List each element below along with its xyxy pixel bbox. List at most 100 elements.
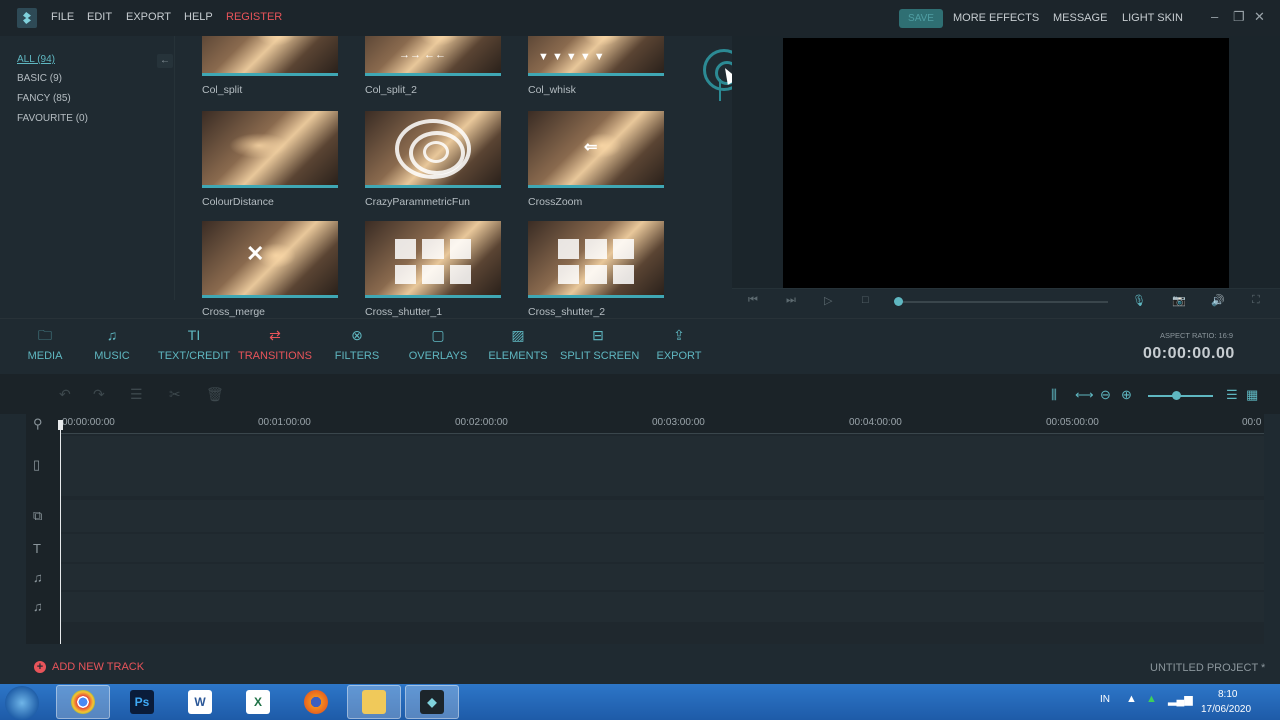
tab-music[interactable]: ♫ MUSIC — [93, 326, 131, 362]
transition-tile[interactable]: ▼ ▼ ▼ ▼ ▼ Col_whisk — [528, 36, 664, 96]
start-button[interactable] — [5, 686, 39, 720]
network-icon[interactable]: ▂▄▆ — [1168, 693, 1193, 706]
tab-label: FILTERS — [334, 350, 380, 362]
stop-icon[interactable]: □ — [862, 294, 869, 306]
scrubber-handle[interactable] — [894, 297, 903, 306]
minimize-icon[interactable]: – — [1211, 9, 1218, 24]
music-track[interactable] — [60, 564, 1264, 590]
text-track-icon: T — [33, 541, 41, 556]
playhead[interactable] — [60, 420, 61, 644]
playhead-handle[interactable] — [58, 420, 63, 430]
redo-icon[interactable]: ↷ — [93, 386, 105, 403]
transition-label: CrossZoom — [528, 196, 583, 208]
split-icon: ⊟ — [592, 327, 604, 343]
tab-label: ELEMENTS — [488, 350, 548, 362]
transition-tile[interactable]: Cross_shutter_2 — [528, 221, 664, 318]
step-forward-icon[interactable]: ⏭ — [786, 294, 796, 307]
timecode-display: 00:00:00.00 — [1143, 345, 1235, 362]
cut-icon[interactable]: ✂ — [169, 386, 181, 403]
zoom-slider-handle[interactable] — [1172, 391, 1181, 400]
list-view-icon[interactable]: ☰ — [1226, 387, 1238, 403]
category-all[interactable]: ALL (94) — [17, 54, 55, 65]
tab-label: TEXT/CREDIT — [158, 350, 231, 362]
maximize-icon[interactable]: ❐ — [1233, 9, 1245, 25]
category-basic[interactable]: BASIC (9) — [17, 73, 62, 84]
transition-tile[interactable]: ColourDistance — [202, 111, 338, 208]
menu-help[interactable]: HELP — [184, 11, 213, 23]
microphone-icon[interactable]: 🎙 — [1132, 294, 1146, 307]
tab-filters[interactable]: ⊗ FILTERS — [333, 326, 381, 362]
timeline-ruler[interactable]: 00:00:00:00 00:01:00:00 00:02:00:00 00:0… — [60, 414, 1264, 434]
tab-label: SPLIT SCREEN — [560, 350, 640, 362]
fit-timeline-icon[interactable]: ⟷ — [1075, 387, 1094, 403]
tray-app-icon[interactable]: ▲ — [1146, 693, 1157, 705]
transition-thumbnail: ▼ ▼ ▼ ▼ ▼ — [528, 36, 664, 76]
text-track[interactable] — [60, 534, 1264, 562]
transition-thumbnail — [202, 111, 338, 188]
collapse-panel-button[interactable]: ← — [157, 54, 173, 68]
adjust-icon[interactable]: ☰ — [130, 386, 143, 403]
tab-split-screen[interactable]: ⊟ SPLIT SCREEN — [560, 326, 640, 362]
tray-expand-icon[interactable]: ▲ — [1126, 693, 1137, 705]
tab-transitions[interactable]: ⇄ TRANSITIONS — [238, 326, 312, 362]
folder-icon — [362, 690, 386, 714]
tab-export[interactable]: ⇪ EXPORT — [655, 326, 703, 362]
save-button[interactable]: SAVE — [899, 9, 943, 28]
close-icon[interactable]: ✕ — [1254, 9, 1265, 25]
transition-thumbnail — [365, 221, 501, 298]
filter-icon: ⊗ — [351, 327, 363, 343]
menu-export[interactable]: EXPORT — [126, 11, 171, 23]
transition-tile[interactable]: ⇐ CrossZoom — [528, 111, 664, 208]
more-effects-button[interactable]: MORE EFFECTS — [953, 12, 1039, 24]
zoom-in-icon[interactable]: ⊕ — [1121, 387, 1132, 403]
language-indicator[interactable]: IN — [1100, 694, 1110, 705]
light-skin-button[interactable]: LIGHT SKIN — [1122, 12, 1183, 24]
transition-tile[interactable]: ✕ Cross_merge — [202, 221, 338, 318]
transition-tile[interactable]: Cross_shutter_1 — [365, 221, 501, 318]
tab-label: EXPORT — [656, 350, 702, 362]
preview-scrubber[interactable] — [898, 301, 1108, 303]
pip-track[interactable] — [60, 500, 1264, 532]
play-icon[interactable]: ▷ — [824, 294, 832, 307]
music-track[interactable] — [60, 592, 1264, 622]
category-favourite[interactable]: FAVOURITE (0) — [17, 113, 88, 124]
link-icon[interactable]: ⚲ — [33, 416, 43, 432]
transition-tile[interactable]: Col_split — [202, 36, 338, 96]
firefox-icon — [304, 690, 328, 714]
tab-elements[interactable]: ▨ ELEMENTS — [488, 326, 548, 362]
time-tick: 00:03:00:00 — [652, 417, 705, 428]
chrome-icon — [71, 690, 95, 714]
volume-icon[interactable]: 🔊 — [1211, 294, 1225, 307]
fullscreen-icon[interactable]: ⛶ — [1252, 294, 1260, 307]
zoom-out-icon[interactable]: ⊖ — [1100, 387, 1111, 403]
message-button[interactable]: MESSAGE — [1053, 12, 1107, 24]
clock-date[interactable]: 17/06/2020 — [1201, 704, 1251, 715]
grid-view-icon[interactable]: ▦ — [1246, 387, 1258, 403]
arrow-left-icon: ⇐ — [584, 139, 598, 156]
tab-media[interactable]: 🗀 MEDIA — [26, 326, 64, 362]
transition-label: Cross_shutter_2 — [528, 306, 606, 318]
camera-icon[interactable]: 📷 — [1172, 294, 1186, 307]
app-logo-icon — [17, 8, 37, 28]
aspect-ratio: ASPECT RATIO: 16:9 — [1160, 331, 1234, 340]
share-icon: ⇪ — [673, 327, 685, 343]
menu-register[interactable]: REGISTER — [226, 11, 282, 23]
delete-icon[interactable]: 🗑 — [206, 386, 224, 403]
skip-back-icon[interactable]: ⏮ — [748, 294, 758, 307]
clock-time[interactable]: 8:10 — [1218, 689, 1237, 700]
transition-thumbnail — [528, 221, 664, 298]
transition-tile[interactable]: →→ ←← Col_split_2 — [365, 36, 501, 96]
undo-icon[interactable]: ↶ — [59, 386, 71, 403]
excel-icon: X — [246, 690, 270, 714]
category-fancy[interactable]: FANCY (85) — [17, 93, 71, 104]
menu-edit[interactable]: EDIT — [87, 11, 112, 23]
add-new-track-button[interactable]: + ADD NEW TRACK — [34, 661, 144, 673]
transition-tile[interactable]: CrazyParammetricFun — [365, 111, 501, 208]
audio-mixer-icon[interactable]: ⫼ — [1051, 387, 1057, 403]
transition-label: Col_split_2 — [365, 84, 417, 96]
rings-icon — [395, 119, 471, 179]
menu-file[interactable]: FILE — [51, 11, 74, 23]
video-track[interactable] — [60, 436, 1264, 496]
tab-overlays[interactable]: ▢ OVERLAYS — [408, 326, 468, 362]
tab-text-credit[interactable]: TI TEXT/CREDIT — [158, 326, 230, 362]
